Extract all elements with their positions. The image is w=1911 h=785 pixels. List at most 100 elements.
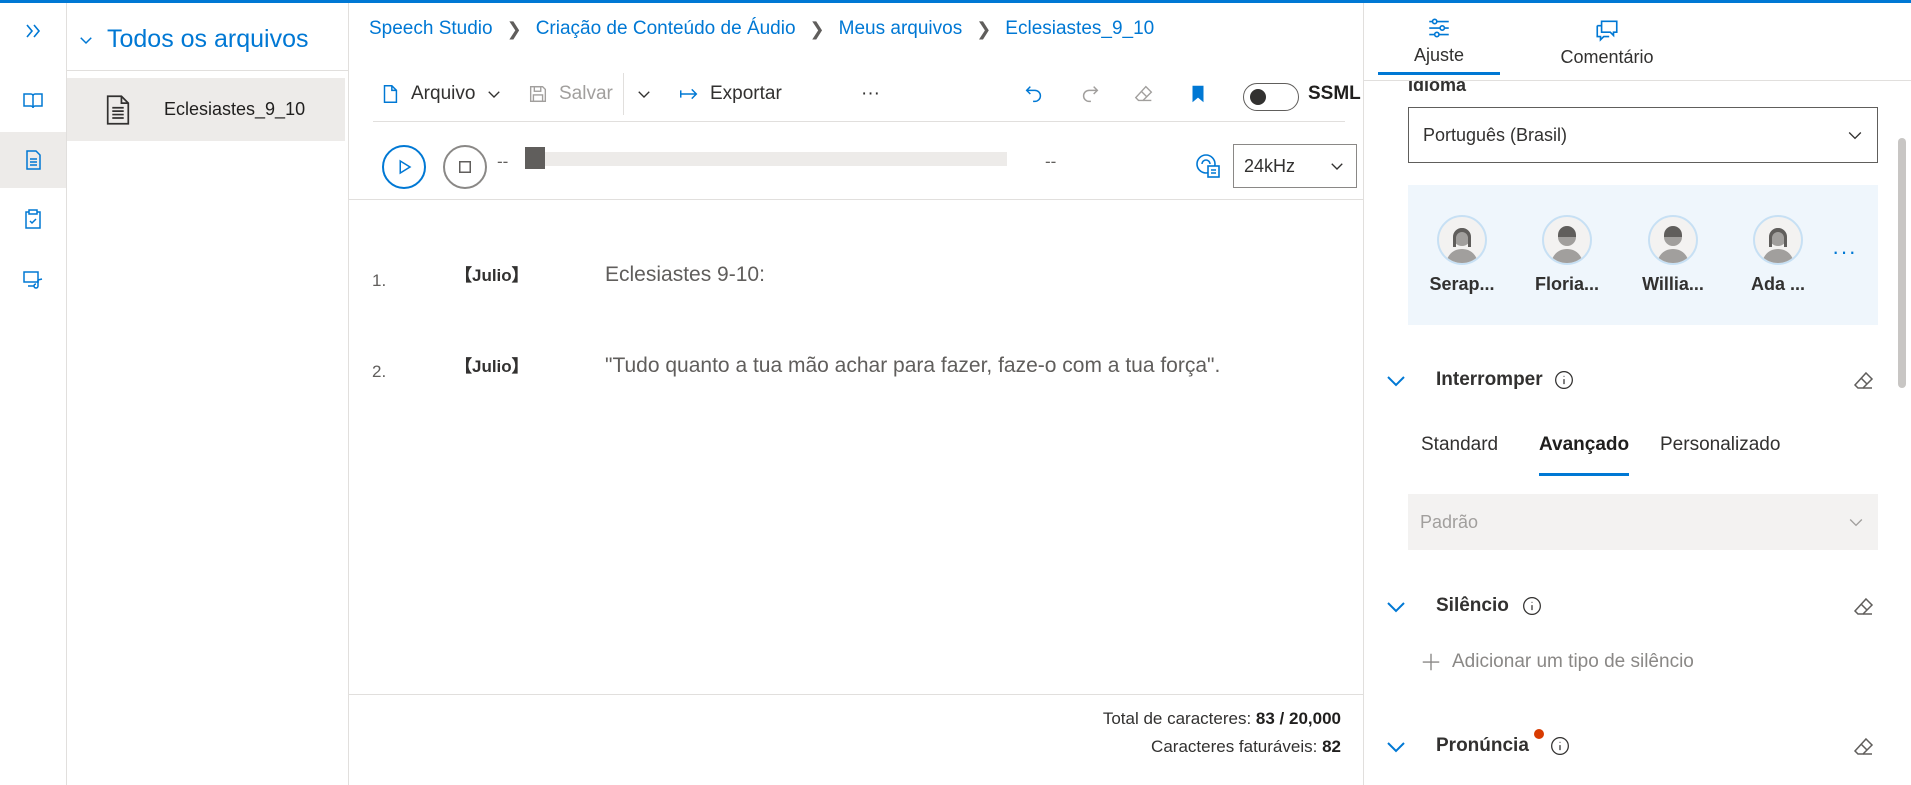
add-silence-button[interactable]: Adicionar um tipo de silêncio — [1420, 651, 1694, 673]
panel-tabs: Ajuste Comentário — [1364, 3, 1911, 81]
chevron-down-icon — [80, 36, 92, 44]
ssml-toggle[interactable] — [1243, 83, 1299, 111]
voice-name: Willia... — [1642, 274, 1704, 294]
eraser-button[interactable] — [1133, 67, 1155, 121]
save-label: Salvar — [559, 83, 613, 104]
character-count-footer: Total de caracteres: 83 / 20,000 Caracte… — [349, 694, 1364, 785]
save-options-dropdown[interactable] — [635, 67, 653, 121]
breadcrumb-speech-studio[interactable]: Speech Studio — [369, 18, 493, 40]
stop-button[interactable] — [443, 145, 487, 189]
break-strength-select[interactable]: Padrão — [1408, 494, 1878, 550]
tab-personalizado[interactable]: Personalizado — [1660, 426, 1780, 476]
file-list-item[interactable]: Eclesiastes_9_10 — [67, 78, 345, 141]
voice-option[interactable]: Floria... — [1522, 215, 1612, 295]
eraser-icon[interactable] — [1852, 369, 1876, 393]
file-name: Eclesiastes_9_10 — [164, 99, 306, 119]
info-icon[interactable] — [1550, 736, 1570, 756]
new-file-icon — [383, 85, 398, 103]
stop-icon — [459, 161, 471, 173]
info-icon[interactable] — [1522, 596, 1542, 616]
total-characters: Total de caracteres: 83 / 20,000 — [1103, 709, 1341, 729]
voice-option[interactable]: Serap... — [1417, 215, 1507, 295]
breadcrumb-my-files[interactable]: Meus arquivos — [839, 18, 963, 40]
clipboard-check-icon — [25, 209, 41, 229]
progress-thumb[interactable] — [525, 147, 545, 169]
voice-option[interactable]: Willia... — [1628, 215, 1718, 295]
all-files-title: Todos os arquivos — [107, 25, 309, 53]
file-menu-button[interactable]: Arquivo — [379, 67, 503, 121]
pronunciation-section-title: Pronúncia — [1436, 735, 1529, 756]
save-button[interactable]: Salvar — [527, 67, 613, 121]
audio-player: -- -- 24kHz — [349, 128, 1364, 200]
chevron-down-icon[interactable] — [1384, 369, 1408, 393]
info-icon[interactable] — [1554, 370, 1574, 390]
all-files-header[interactable]: Todos os arquivos — [77, 25, 309, 54]
download-audio-icon[interactable] — [1194, 152, 1222, 180]
panel-scrollbar[interactable] — [1898, 138, 1906, 388]
progress-track[interactable] — [527, 152, 1007, 166]
script-line: 2. 【Julio】 "Tudo quanto a tua mão achar … — [349, 350, 1364, 390]
file-menu-label: Arquivo — [411, 83, 476, 104]
file-panel: Todos os arquivos Eclesiastes_9_10 — [67, 3, 349, 785]
notification-dot — [1534, 729, 1544, 739]
chevron-right-icon: ❯ — [809, 18, 825, 39]
chevron-down-icon[interactable] — [1384, 595, 1408, 619]
export-arrow-icon — [680, 88, 698, 100]
tab-ajuste[interactable]: Ajuste — [1378, 9, 1500, 75]
silence-section-title: Silêncio — [1436, 595, 1509, 616]
export-button[interactable]: Exportar — [678, 67, 782, 121]
play-button[interactable] — [382, 145, 426, 189]
sliders-icon — [1429, 18, 1449, 38]
line-voice-tag[interactable]: 【Julio】 — [455, 352, 529, 377]
breadcrumb: Speech Studio ❯ Criação de Conteúdo de Á… — [369, 18, 1154, 40]
chevron-right-icon: ❯ — [976, 18, 992, 39]
chevron-down-icon[interactable] — [1384, 735, 1408, 759]
toggle-knob — [1250, 89, 1266, 105]
expand-nav-button[interactable] — [0, 3, 66, 59]
eraser-icon — [1134, 85, 1153, 102]
tab-standard[interactable]: Standard — [1421, 426, 1498, 476]
line-text[interactable]: Eclesiastes 9-10: — [605, 263, 765, 287]
break-strength-value: Padrão — [1420, 511, 1479, 532]
media-library-icon — [23, 271, 43, 289]
editor-area: Speech Studio ❯ Criação de Conteúdo de Á… — [349, 3, 1364, 785]
chevron-down-icon — [1849, 519, 1863, 527]
rail-item-learn[interactable] — [0, 73, 66, 129]
language-select[interactable]: Português (Brasil) — [1408, 107, 1878, 163]
chevron-down-icon — [488, 91, 501, 98]
breadcrumb-current-file[interactable]: Eclesiastes_9_10 — [1005, 18, 1154, 40]
tab-avancado[interactable]: Avançado — [1539, 426, 1630, 476]
silence-section-header: Silêncio — [1384, 587, 1894, 627]
break-section-header: Interromper — [1384, 361, 1894, 401]
eraser-icon[interactable] — [1852, 735, 1876, 759]
total-characters-value: 83 / 20,000 — [1255, 709, 1341, 728]
bookmark-icon — [1192, 85, 1204, 103]
line-voice-tag[interactable]: 【Julio】 — [455, 261, 529, 286]
redo-button[interactable] — [1079, 67, 1101, 121]
tab-comentario[interactable]: Comentário — [1544, 9, 1670, 75]
rail-item-files[interactable] — [0, 132, 66, 188]
redo-icon — [1082, 86, 1099, 103]
more-voices-button[interactable]: ··· — [1832, 239, 1857, 265]
voice-option[interactable]: Ada ... — [1733, 215, 1823, 295]
line-number: 1. — [372, 271, 387, 290]
rail-item-media[interactable] — [0, 251, 66, 307]
bookmark-button[interactable] — [1187, 67, 1209, 121]
divider — [67, 70, 348, 71]
avatar — [1542, 215, 1592, 265]
line-text[interactable]: "Tudo quanto a tua mão achar para fazer,… — [605, 354, 1220, 378]
chevron-down-icon — [1848, 132, 1862, 140]
total-time: -- — [1045, 152, 1057, 171]
breadcrumb-audio-content[interactable]: Criação de Conteúdo de Áudio — [536, 18, 796, 40]
more-options-button[interactable]: ··· — [861, 67, 880, 121]
more-icon: ··· — [861, 83, 880, 104]
eraser-icon[interactable] — [1852, 595, 1876, 619]
sample-rate-select[interactable]: 24kHz — [1233, 144, 1357, 188]
avatar — [1648, 215, 1698, 265]
comment-icon — [1596, 20, 1618, 42]
sample-rate-value: 24kHz — [1244, 155, 1296, 176]
undo-button[interactable] — [1023, 67, 1045, 121]
billable-characters-label: Caracteres faturáveis: — [1151, 737, 1318, 756]
play-icon — [399, 159, 412, 175]
rail-item-tasks[interactable] — [0, 191, 66, 247]
